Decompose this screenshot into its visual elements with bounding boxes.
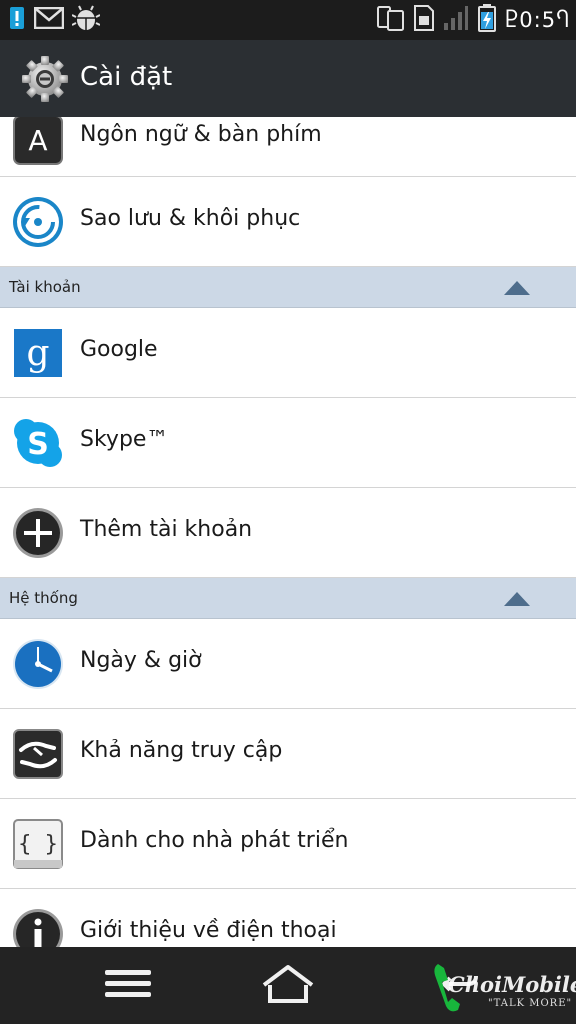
menu-icon (105, 968, 151, 1004)
android-debug-icon (71, 5, 101, 35)
clock-icon (12, 638, 64, 690)
developer-options-icon: { } (12, 818, 64, 870)
google-icon: g (12, 327, 64, 379)
list-item-label: Thêm tài khoản (80, 517, 253, 542)
list-item-label: Skype™ (80, 427, 169, 452)
svg-text:A: A (28, 124, 47, 157)
section-header-accounts[interactable]: Tài khoản (0, 267, 576, 308)
home-icon (260, 963, 316, 1009)
add-account-icon (12, 507, 64, 559)
list-item-language-keyboard[interactable]: A Ngôn ngữ & bàn phím (0, 117, 576, 177)
watermark-subtext: "TALK MORE" (488, 998, 573, 1009)
list-item-label: Google (80, 337, 158, 362)
section-label: Tài khoản (9, 278, 81, 296)
battery-charging-icon (477, 3, 497, 37)
signal-icon (443, 5, 469, 35)
collapse-triangle-icon[interactable] (504, 281, 530, 295)
list-item-label: Ngày & giờ (80, 648, 202, 673)
home-button[interactable] (238, 947, 338, 1024)
status-clock: Ⴒ0:5Ⴄ (505, 8, 570, 32)
list-item-label: Khả năng truy cập (80, 738, 283, 763)
settings-gear-icon (20, 54, 70, 104)
warning-icon (8, 5, 26, 35)
list-item-label: Dành cho nhà phát triển (80, 828, 349, 853)
status-bar-right-icons: Ⴒ0:5Ⴄ (377, 3, 570, 37)
settings-list: A Ngôn ngữ & bàn phím Sao lưu & khôi phụ… (0, 117, 576, 947)
svg-text:S: S (27, 427, 49, 462)
section-header-system[interactable]: Hệ thống (0, 578, 576, 619)
list-item-skype[interactable]: S Skype™ (0, 398, 576, 488)
svg-text:g: g (26, 333, 49, 374)
menu-button[interactable] (78, 947, 178, 1024)
list-item-backup-restore[interactable]: Sao lưu & khôi phục (0, 177, 576, 267)
accessibility-icon (12, 728, 64, 780)
page-title: Cài đặt (80, 62, 173, 92)
sim-card-icon (413, 4, 435, 36)
list-item-add-account[interactable]: Thêm tài khoản (0, 488, 576, 578)
info-icon (12, 908, 64, 947)
skype-icon: S (12, 417, 64, 469)
list-item-google[interactable]: g Google (0, 308, 576, 398)
svg-text:{ }: { } (18, 832, 58, 857)
list-item-date-time[interactable]: Ngày & giờ (0, 619, 576, 709)
list-item-accessibility[interactable]: Khả năng truy cập (0, 709, 576, 799)
watermark-logo: ChoiMobile "TALK MORE" (430, 958, 576, 1018)
navigation-bar: ChoiMobile "TALK MORE" (0, 947, 576, 1024)
list-item-label: Giới thiệu về điện thoại (80, 918, 337, 943)
list-item-label: Ngôn ngữ & bàn phím (80, 122, 322, 147)
list-item-developer-options[interactable]: { } Dành cho nhà phát triển (0, 799, 576, 889)
watermark-text: ChoiMobile (448, 972, 576, 997)
backup-restore-icon (12, 196, 64, 248)
section-label: Hệ thống (9, 589, 78, 607)
list-item-about-phone[interactable]: Giới thiệu về điện thoại (0, 889, 576, 947)
gmail-icon (33, 6, 65, 33)
action-bar: Cài đặt (0, 40, 576, 117)
phone-tablet-icon (377, 4, 405, 36)
status-bar: Ⴒ0:5Ⴄ (0, 0, 576, 40)
language-keyboard-icon: A (12, 117, 64, 166)
collapse-triangle-icon[interactable] (504, 592, 530, 606)
status-bar-left-icons (8, 5, 101, 35)
list-item-label: Sao lưu & khôi phục (80, 206, 301, 231)
